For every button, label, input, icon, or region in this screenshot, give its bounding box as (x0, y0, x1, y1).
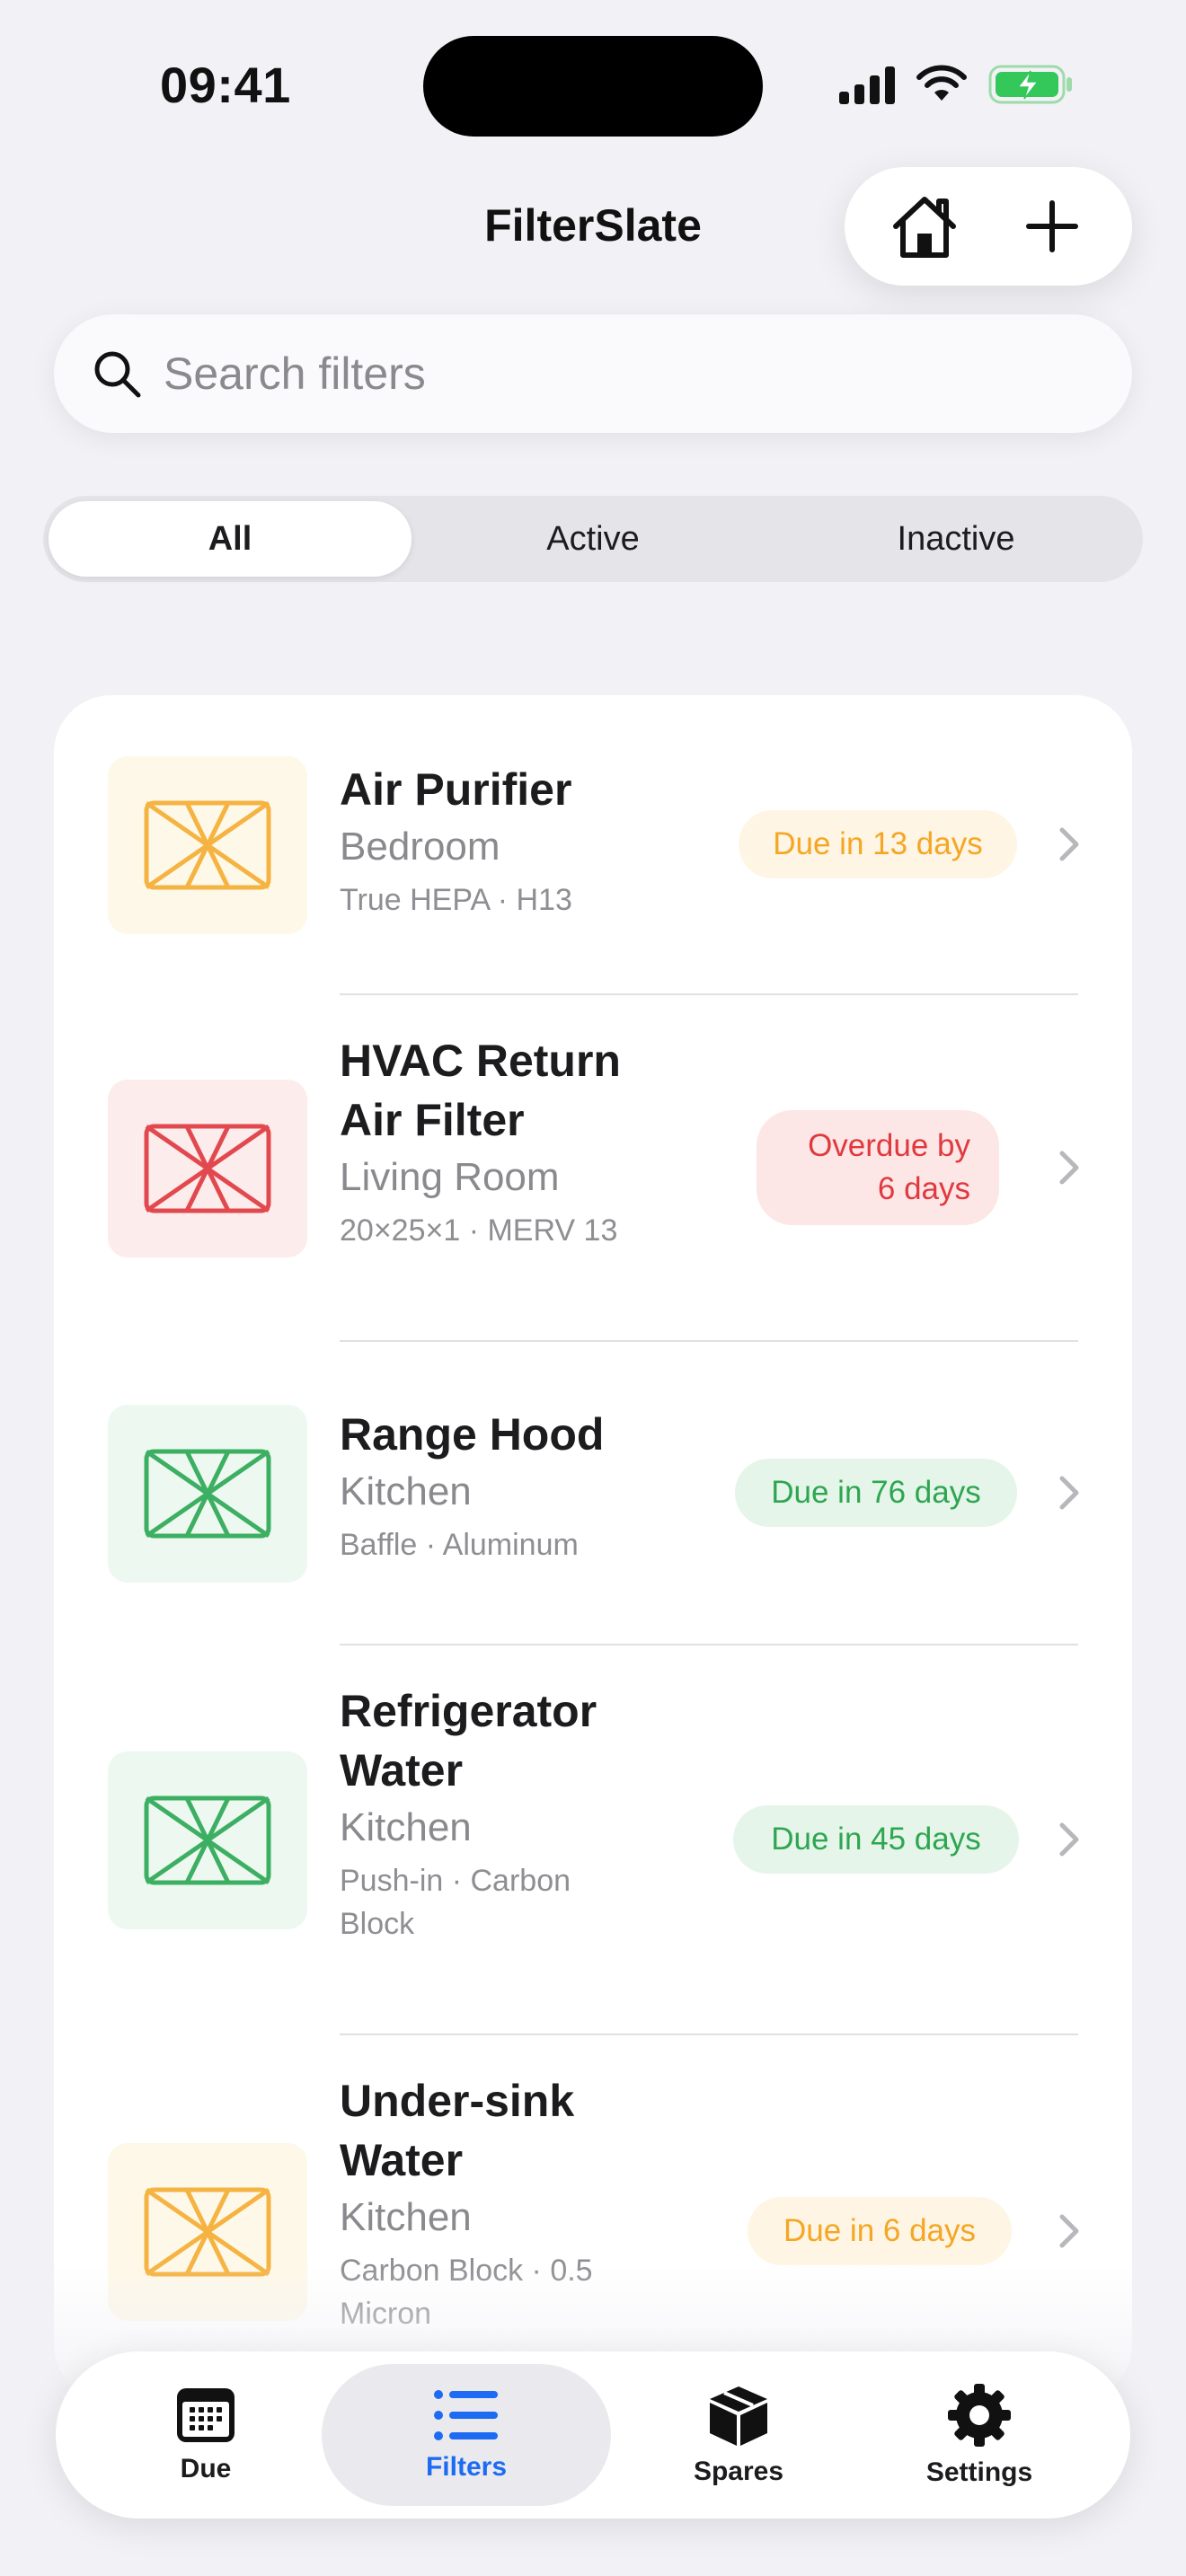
filter-spec: 20×25×1 · MERV 13 (340, 1213, 618, 1248)
filter-row[interactable]: Refrigerator Water Kitchen Push-in · Car… (54, 1645, 1132, 2035)
calendar-icon (177, 2388, 235, 2442)
chevron-right-icon (1059, 1151, 1079, 1185)
filter-name: Range Hood (340, 1409, 605, 1460)
status-badge: Due in 76 days (735, 1459, 1017, 1527)
filter-name: HVAC Return Air Filter (340, 1036, 621, 1145)
filter-list: Air Purifier Bedroom True HEPA · H13 Due… (54, 695, 1132, 2402)
filter-room: Kitchen (340, 1469, 472, 1513)
search-icon (94, 351, 141, 398)
status-bar: 09:41 (0, 0, 1186, 171)
tab-settings[interactable]: Settings (870, 2364, 1089, 2506)
filter-status-segmented-control: All Active Inactive (43, 496, 1143, 582)
filter-icon (144, 1449, 271, 1539)
tab-spares[interactable]: Spares (627, 2364, 850, 2506)
status-icons (839, 63, 1075, 106)
filter-row[interactable]: HVAC Return Air Filter Living Room 20×25… (54, 995, 1132, 1342)
tab-due-label: Due (180, 2454, 232, 2483)
filter-icon-tile (108, 1405, 307, 1583)
filter-info: Range Hood Kitchen Baffle · Aluminum (340, 1405, 717, 1566)
chevron-right-icon (1059, 1822, 1079, 1857)
home-icon (893, 197, 956, 258)
filter-room: Living Room (340, 1155, 560, 1199)
status-badge: Overdue by 6 days (757, 1110, 999, 1225)
gear-icon (948, 2384, 1011, 2447)
filter-name: Refrigerator Water (340, 1686, 597, 1795)
wifi-icon (916, 65, 967, 101)
segment-active[interactable]: Active (412, 501, 774, 577)
box-icon (710, 2386, 767, 2446)
header-actions (845, 167, 1132, 286)
filter-icon (144, 1795, 271, 1885)
filter-room: Kitchen (340, 2195, 472, 2239)
filter-row[interactable]: Air Purifier Bedroom True HEPA · H13 Due… (54, 695, 1132, 995)
filter-room: Bedroom (340, 825, 500, 869)
filter-icon-tile (108, 1080, 307, 1257)
chevron-right-icon (1059, 1476, 1079, 1510)
tab-settings-label: Settings (925, 2457, 1033, 2487)
segment-all[interactable]: All (49, 501, 412, 577)
filter-spec: Push-in · Carbon Block (340, 1864, 571, 1941)
status-badge: Due in 45 days (733, 1805, 1019, 1874)
tab-spares-label: Spares (693, 2457, 784, 2486)
home-button[interactable] (875, 177, 974, 276)
filter-icon-tile (108, 756, 307, 934)
status-badge: Due in 6 days (748, 2197, 1012, 2265)
filter-spec: True HEPA · H13 (340, 883, 572, 917)
tab-bar: Due Filters Spares Settings (56, 2351, 1130, 2519)
add-filter-button[interactable] (1003, 177, 1102, 276)
search-bar[interactable] (54, 314, 1132, 433)
filter-spec: Baffle · Aluminum (340, 1528, 579, 1562)
filter-icon-tile (108, 1751, 307, 1929)
dynamic-island (423, 36, 763, 137)
filter-name: Under-sink Water (340, 2076, 575, 2185)
status-time: 09:41 (160, 57, 291, 113)
list-icon (434, 2390, 498, 2440)
filter-name: Air Purifier (340, 764, 572, 815)
tab-filters[interactable]: Filters (322, 2364, 611, 2506)
segment-inactive[interactable]: Inactive (774, 501, 1137, 577)
search-input[interactable] (164, 348, 1044, 400)
filter-info: HVAC Return Air Filter Living Room 20×25… (340, 1031, 681, 1252)
status-badge: Due in 13 days (739, 810, 1017, 878)
battery-charging-icon (988, 65, 1072, 104)
filter-icon (144, 1124, 271, 1213)
filter-room: Kitchen (340, 1805, 472, 1849)
tab-due[interactable]: Due (104, 2364, 307, 2506)
cellular-signal-icon (839, 65, 895, 104)
chevron-right-icon (1059, 827, 1079, 861)
plus-icon (1026, 200, 1078, 252)
filter-info: Refrigerator Water Kitchen Push-in · Car… (340, 1681, 645, 1945)
filter-info: Air Purifier Bedroom True HEPA · H13 (340, 760, 717, 922)
chevron-right-icon (1059, 2214, 1079, 2248)
tab-filters-label: Filters (425, 2452, 508, 2482)
filter-icon (144, 800, 271, 890)
filter-row[interactable]: Range Hood Kitchen Baffle · Aluminum Due… (54, 1342, 1132, 1645)
